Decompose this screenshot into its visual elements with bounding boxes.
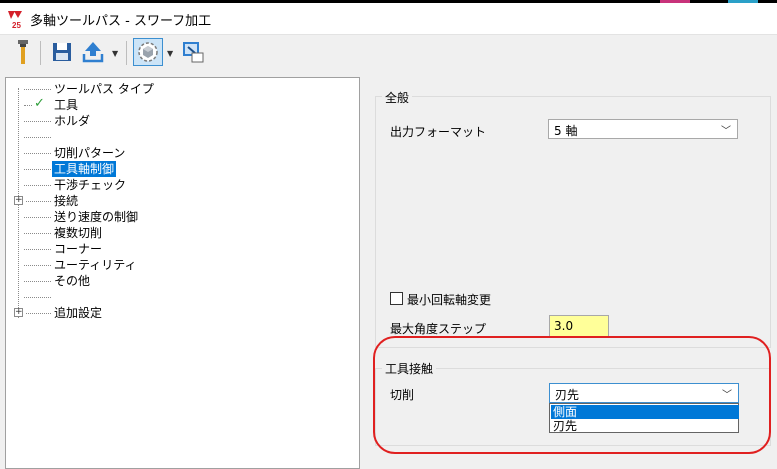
save-button[interactable] — [48, 38, 76, 66]
dropdown-option-side[interactable]: 側面 — [551, 405, 739, 419]
tool-button[interactable] — [9, 38, 37, 66]
window-title: 多軸ツールパス - スワーフ加工 — [30, 14, 212, 29]
max-angle-label: 最大角度ステップ — [390, 322, 487, 336]
tree-item-label: 切削パターン — [54, 146, 126, 160]
tree-item-label: 接続 — [54, 194, 79, 208]
title-bar: 25 多軸ツールパス - スワーフ加工 — [0, 0, 777, 35]
tree-item-label: コーナー — [54, 242, 103, 256]
min-rotary-label: 最小回転軸変更 — [407, 293, 492, 307]
tree-item-label: 複数切削 — [54, 226, 103, 240]
cutting-value: 刃先 — [555, 388, 580, 402]
cutting-dropdown-list[interactable]: 側面 刃先 — [549, 403, 739, 433]
min-rotary-checkbox[interactable] — [390, 292, 403, 305]
toolbar-separator — [126, 41, 127, 65]
tool-contact-group-title: 工具接触 — [382, 360, 437, 377]
save-icon — [53, 43, 71, 61]
tree-item-label: その他 — [54, 274, 91, 288]
toolbar-separator — [40, 41, 41, 65]
dropdown-option-tip[interactable]: 刃先 — [551, 419, 739, 433]
output-format-label: 出力フォーマット — [390, 125, 487, 139]
tree-item-label: 工具軸制御 — [52, 161, 117, 177]
tree-item-label: 工具 — [54, 98, 79, 112]
chevron-down-icon: ﹀ — [722, 390, 732, 401]
general-group-title: 全般 — [382, 89, 413, 106]
view-dropdown-icon[interactable]: ▼ — [167, 49, 173, 58]
tree-item-label: ホルダ — [54, 114, 91, 128]
expand-icon[interactable]: + — [14, 308, 23, 317]
output-format-value: 5 軸 — [554, 124, 578, 138]
view-icon — [138, 42, 158, 62]
max-angle-input[interactable]: 3.0 — [549, 315, 609, 337]
tree-item-label: ツールパス タイプ — [54, 82, 154, 96]
tool-icon — [18, 40, 28, 64]
expand-icon[interactable]: + — [14, 196, 23, 205]
export-icon — [82, 42, 104, 63]
svg-text:25: 25 — [12, 21, 21, 29]
tree-item-label: 送り速度の制御 — [54, 210, 139, 224]
toolbar: ▼ ▼ — [0, 35, 777, 71]
view-button[interactable] — [133, 38, 163, 66]
export-button[interactable] — [79, 38, 107, 66]
tree-item-label: 追加設定 — [54, 306, 103, 320]
preview-button[interactable] — [179, 38, 207, 66]
export-dropdown-icon[interactable]: ▼ — [112, 49, 118, 58]
output-format-select[interactable]: 5 軸 ﹀ — [548, 119, 738, 139]
max-angle-value: 3.0 — [554, 319, 574, 333]
checkmark-icon: ✓ — [34, 96, 45, 111]
chevron-down-icon: ﹀ — [721, 126, 731, 137]
app-logo-icon: 25 — [6, 11, 26, 29]
cutting-select[interactable]: 刃先 ﹀ — [549, 383, 739, 403]
preview-icon — [183, 42, 204, 63]
tree-item-label: 干渉チェック — [54, 178, 127, 192]
settings-tree[interactable]: ツールパス タイプ ✓ 工具 ホルダ 切削パターン 工具軸制御 干渉チェック +… — [5, 77, 360, 469]
top-stripe — [0, 0, 777, 3]
tree-item-label: ユーティリティ — [54, 258, 137, 272]
cutting-label: 切削 — [390, 388, 415, 402]
